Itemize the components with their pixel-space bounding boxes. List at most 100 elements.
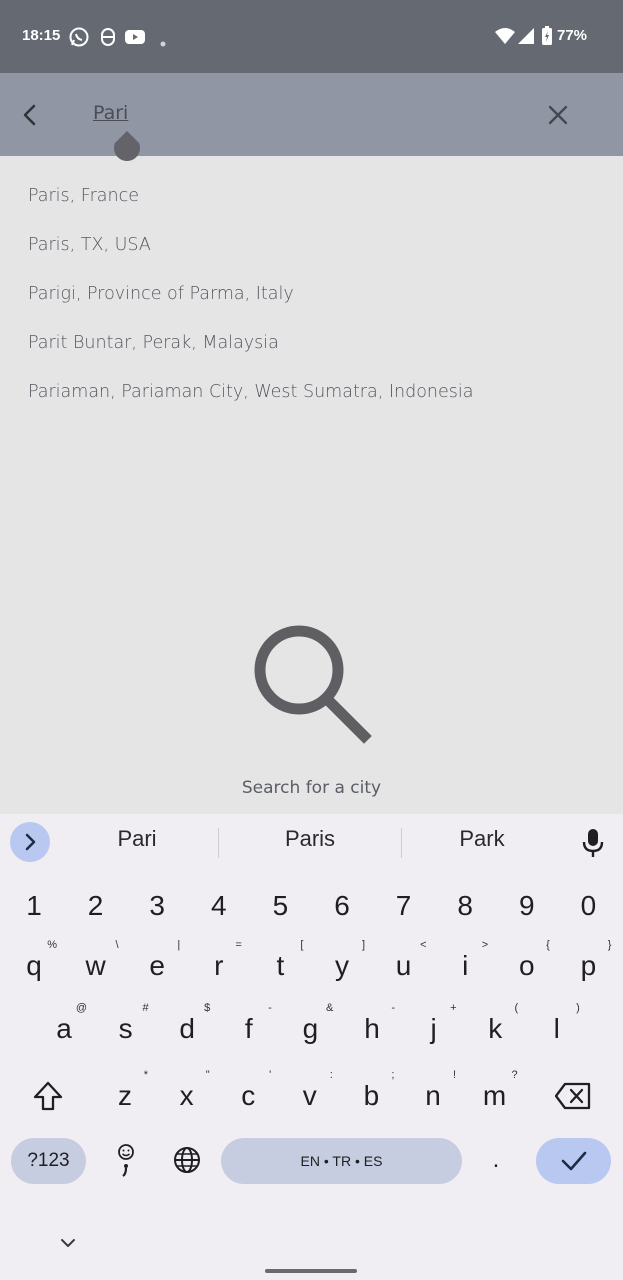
list-item[interactable]: Pariaman, Pariaman City, West Sumatra, I… [28,382,473,402]
key-a[interactable]: a @ [36,1002,92,1055]
home-indicator[interactable] [265,1269,357,1273]
key-h[interactable]: h- [344,1002,400,1055]
shift-key[interactable] [20,1070,76,1122]
key-u[interactable]: u < [376,939,432,992]
key-label: s [118,1013,133,1044]
key-hint: = [235,939,242,951]
checkmark-icon [561,1151,586,1171]
back-arrow-icon[interactable] [18,102,44,128]
key-label: k [488,1013,503,1044]
key-hint: } [607,939,612,951]
globe-icon[interactable] [159,1134,215,1186]
youtube-icon [124,26,146,53]
app-icon [99,26,117,53]
microphone-icon[interactable] [580,828,606,858]
space-key[interactable]: EN • TR • ES [221,1138,462,1184]
key-hint: & [326,1002,334,1014]
key-hint: < [420,939,427,951]
key-t[interactable]: t[ [252,939,308,992]
key-label: w [85,950,106,981]
key-7[interactable]: 7 [376,880,432,932]
key-3[interactable]: 3 [129,880,185,932]
key-l[interactable]: l) [529,1002,585,1055]
key-i[interactable]: i > [437,939,493,992]
key-g[interactable]: g & [282,1002,338,1055]
list-item[interactable]: Paris, TX, USA [28,235,151,255]
enter-key[interactable] [536,1138,611,1184]
keyboard: Pari Paris Park 1 2 3 4 5 6 7 8 9 0 q% w \ e | r = t[y] u <… [0,814,623,1280]
key-label: l [553,1013,560,1044]
key-label: b [363,1080,380,1111]
divider [218,828,219,858]
key-label: j [430,1013,437,1044]
chevron-down-icon[interactable] [58,1233,78,1253]
text-cursor-handle[interactable] [113,131,141,161]
key-hint: % [47,939,57,951]
key-b[interactable]: b; [343,1069,399,1122]
key-o[interactable]: o{ [499,939,555,992]
key-9[interactable]: 9 [499,880,555,932]
key-n[interactable]: n! [405,1069,461,1122]
key-d[interactable]: d $ [159,1002,215,1055]
list-item[interactable]: Paris, France [28,186,139,206]
key-w[interactable]: w \ [68,939,124,992]
key-p[interactable]: p} [560,939,616,992]
key-8[interactable]: 8 [437,880,493,932]
key-label: e [149,950,165,981]
search-icon [247,621,373,747]
key-label: r [214,950,224,981]
key-hint: ) [576,1002,580,1014]
key-e[interactable]: e | [129,939,185,992]
key-hint: - [391,1002,395,1014]
key-2[interactable]: 2 [68,880,124,932]
whatsapp-icon [68,26,90,53]
key-5[interactable]: 5 [252,880,308,932]
signal-icon [517,26,535,51]
key-hint: @ [75,1002,87,1014]
key-label: 5 [272,890,289,921]
period-key[interactable]: . [468,1134,524,1186]
key-label: z [118,1080,132,1111]
key-label: 0 [580,890,597,921]
key-hint: $ [204,1002,211,1014]
clear-icon[interactable] [545,102,571,128]
suggestion-2[interactable]: Paris [225,826,395,852]
key-j[interactable]: j + [406,1002,462,1055]
key-label: 6 [334,890,350,921]
suggestion-3[interactable]: Park [397,826,567,852]
key-4[interactable]: 4 [191,880,247,932]
key-hint: ' [269,1069,272,1081]
key-x[interactable]: x " [159,1069,215,1122]
key-1[interactable]: 1 [6,880,62,932]
list-item[interactable]: Parigi, Province of Parma, Italy [28,284,294,304]
key-label: g [302,1013,319,1044]
wifi-icon [494,26,516,51]
key-s[interactable]: s # [98,1002,154,1055]
key-f[interactable]: f- [221,1002,277,1055]
key-label: 1 [26,890,42,921]
list-item[interactable]: Parit Buntar, Perak, Malaysia [28,333,279,353]
key-c[interactable]: c ' [220,1069,276,1122]
key-hint: : [329,1069,333,1081]
backspace-key[interactable] [545,1070,601,1122]
suggestion-1[interactable]: Pari [52,826,222,852]
key-0[interactable]: 0 [560,880,616,932]
key-6[interactable]: 6 [314,880,370,932]
key-label: a [56,1013,72,1044]
key-label: 4 [211,890,227,921]
key-z[interactable]: z * [97,1069,153,1122]
key-hint: ; [391,1069,395,1081]
expand-toolbar-button[interactable] [10,822,50,862]
key-r[interactable]: r = [191,939,247,992]
key-label: 8 [457,890,473,921]
key-m[interactable]: m? [467,1069,523,1122]
key-k[interactable]: k( [467,1002,523,1055]
emoji-key[interactable] [98,1134,154,1186]
key-v[interactable]: v: [282,1069,338,1122]
key-y[interactable]: y] [314,939,370,992]
key-q[interactable]: q% [6,939,62,992]
empty-state-label: Search for a city [241,778,382,798]
search-input[interactable]: Pari [93,102,128,124]
key-hint: ! [452,1069,456,1081]
symbols-key[interactable]: ?123 [11,1138,86,1184]
